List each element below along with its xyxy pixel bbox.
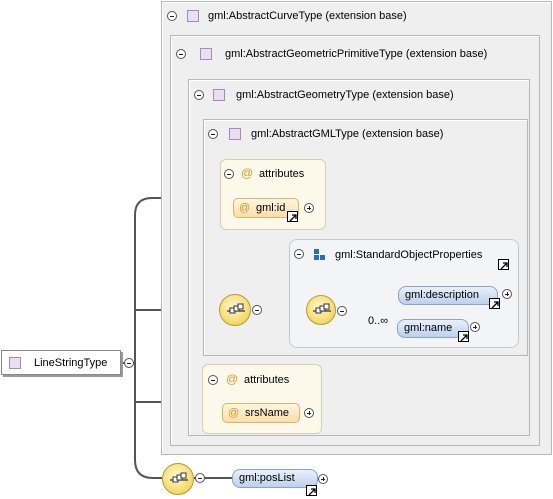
sequence-compositor-icon[interactable] (219, 294, 251, 326)
collapse-icon[interactable] (194, 90, 204, 100)
type-icon (213, 89, 225, 101)
collapse-icon[interactable] (337, 306, 347, 316)
type-icon (187, 10, 199, 22)
base-title: gml:AbstractGeometricPrimitiveType (exte… (225, 48, 488, 60)
type-icon (9, 357, 21, 369)
choice-compositor-icon[interactable] (306, 295, 336, 325)
group-name: gml:StandardObjectProperties (335, 249, 483, 261)
collapse-icon[interactable] (195, 473, 205, 483)
link-arrow-icon[interactable] (306, 485, 317, 496)
at-icon: @ (228, 407, 240, 419)
collapse-icon[interactable] (208, 375, 218, 385)
group-icon (314, 249, 325, 260)
collapse-icon[interactable] (294, 249, 304, 259)
collapse-icon[interactable] (167, 11, 177, 21)
element-name: gml:description (405, 289, 479, 301)
element-name: gml:posList (239, 472, 295, 484)
cardinality-label: 0..∞ (368, 315, 389, 327)
at-icon: @ (239, 202, 251, 214)
expand-icon[interactable] (502, 289, 512, 299)
attributes-box-own: @ attributes @ srsName (202, 364, 322, 434)
attribute-name: gml:id (256, 202, 286, 214)
attributes-box-gml: @ attributes @ gml:id (220, 159, 326, 230)
type-icon (229, 128, 241, 140)
attributes-title: attributes (259, 168, 305, 180)
sequence-compositor-icon[interactable] (162, 463, 194, 495)
base-title: gml:AbstractGMLType (extension base) (251, 128, 444, 140)
collapse-icon[interactable] (124, 358, 134, 368)
attribute-srsname[interactable]: @ srsName (222, 403, 300, 423)
link-arrow-icon[interactable] (287, 211, 298, 222)
collapse-icon[interactable] (176, 49, 186, 59)
link-arrow-icon[interactable] (498, 259, 509, 270)
expand-icon[interactable] (304, 203, 314, 213)
expand-icon[interactable] (304, 408, 314, 418)
base-title: gml:AbstractCurveType (extension base) (208, 10, 407, 22)
root-type-name: LineStringType (34, 357, 108, 369)
link-arrow-icon[interactable] (458, 331, 469, 342)
at-icon: @ (241, 166, 254, 180)
link-arrow-icon[interactable] (489, 298, 500, 309)
base-title: gml:AbstractGeometryType (extension base… (236, 89, 454, 101)
attributes-title: attributes (244, 374, 290, 386)
attribute-name: srsName (245, 407, 290, 419)
standard-object-properties-group: gml:StandardObjectProperties 0..∞ gml:de… (289, 239, 519, 348)
collapse-icon[interactable] (252, 305, 262, 315)
at-icon: @ (226, 372, 239, 386)
type-icon (200, 48, 212, 60)
element-name: gml:name (404, 322, 453, 334)
element-gml-description[interactable]: gml:description (398, 286, 498, 305)
collapse-icon[interactable] (208, 129, 218, 139)
expand-icon[interactable] (470, 322, 480, 332)
root-type-box[interactable]: LineStringType (1, 350, 121, 375)
collapse-icon[interactable] (224, 169, 234, 179)
expand-icon[interactable] (318, 474, 328, 484)
